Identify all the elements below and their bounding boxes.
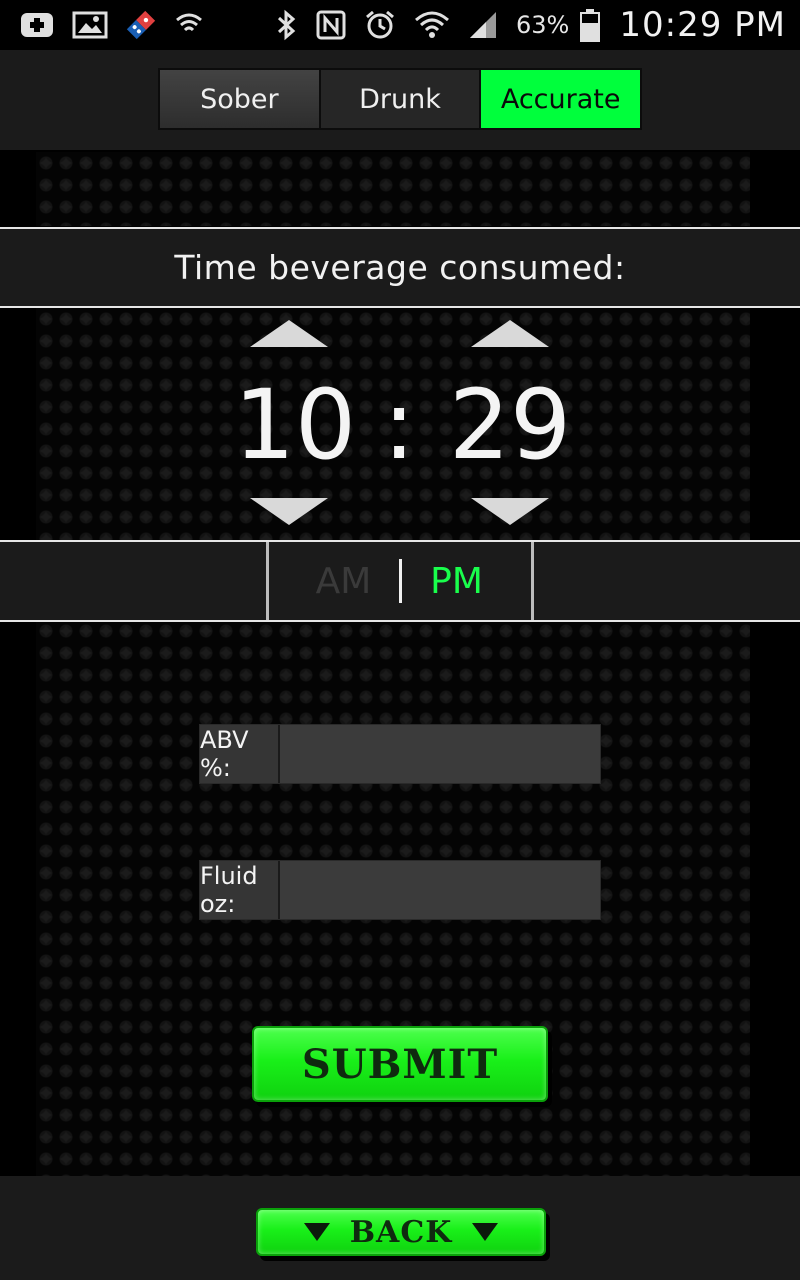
minute-value: 29	[448, 369, 572, 481]
mode-segmented-control: Sober Drunk Accurate	[158, 68, 642, 130]
mode-selector-area: Sober Drunk Accurate	[0, 50, 800, 150]
lookout-shield-icon	[174, 10, 204, 40]
time-colon: :	[382, 369, 416, 481]
fluid-oz-label: Fluid oz:	[200, 861, 280, 919]
back-area: BACK	[0, 1176, 800, 1280]
tab-accurate[interactable]: Accurate	[481, 70, 641, 128]
down-triangle-icon	[472, 1223, 499, 1241]
add-icon	[20, 10, 54, 40]
hour-value: 10	[233, 369, 357, 481]
abv-label: ABV %:	[200, 725, 280, 783]
status-left-icons	[20, 10, 204, 40]
back-label: BACK	[349, 1214, 453, 1250]
hex-background	[36, 152, 750, 226]
time-consumed-label: Time beverage consumed:	[174, 248, 626, 287]
submit-label: SUBMIT	[301, 1040, 499, 1088]
minute-increment-button[interactable]	[471, 320, 549, 347]
battery-icon	[579, 8, 601, 42]
image-icon	[72, 10, 108, 40]
time-label-bar: Time beverage consumed:	[0, 227, 800, 308]
fluid-oz-input[interactable]	[280, 861, 600, 919]
submit-button[interactable]: SUBMIT	[252, 1026, 548, 1102]
alarm-icon	[364, 9, 396, 41]
tab-sober[interactable]: Sober	[160, 70, 321, 128]
am-pm-toggle: AM PM	[266, 542, 534, 620]
signal-icon	[468, 10, 498, 40]
battery-percent: 63%	[516, 11, 570, 39]
status-bar: 63% 10:29 PM	[0, 0, 800, 50]
status-clock: 10:29 PM	[619, 5, 786, 45]
pm-option[interactable]: PM	[402, 561, 512, 602]
bluetooth-icon	[274, 9, 298, 41]
back-button[interactable]: BACK	[256, 1208, 546, 1256]
nfc-icon	[316, 10, 346, 40]
hour-increment-button[interactable]	[250, 320, 328, 347]
abv-field: ABV %:	[199, 724, 601, 784]
down-triangle-icon	[303, 1223, 330, 1241]
wifi-icon	[414, 10, 450, 40]
fluid-oz-field: Fluid oz:	[199, 860, 601, 920]
am-option[interactable]: AM	[289, 561, 399, 602]
minute-decrement-button[interactable]	[471, 498, 549, 525]
status-right-icons: 63% 10:29 PM	[274, 5, 786, 45]
hour-decrement-button[interactable]	[250, 498, 328, 525]
dominos-icon	[126, 10, 156, 40]
abv-input[interactable]	[280, 725, 600, 783]
am-pm-bar: AM PM	[0, 540, 800, 622]
tab-drunk[interactable]: Drunk	[320, 70, 482, 128]
